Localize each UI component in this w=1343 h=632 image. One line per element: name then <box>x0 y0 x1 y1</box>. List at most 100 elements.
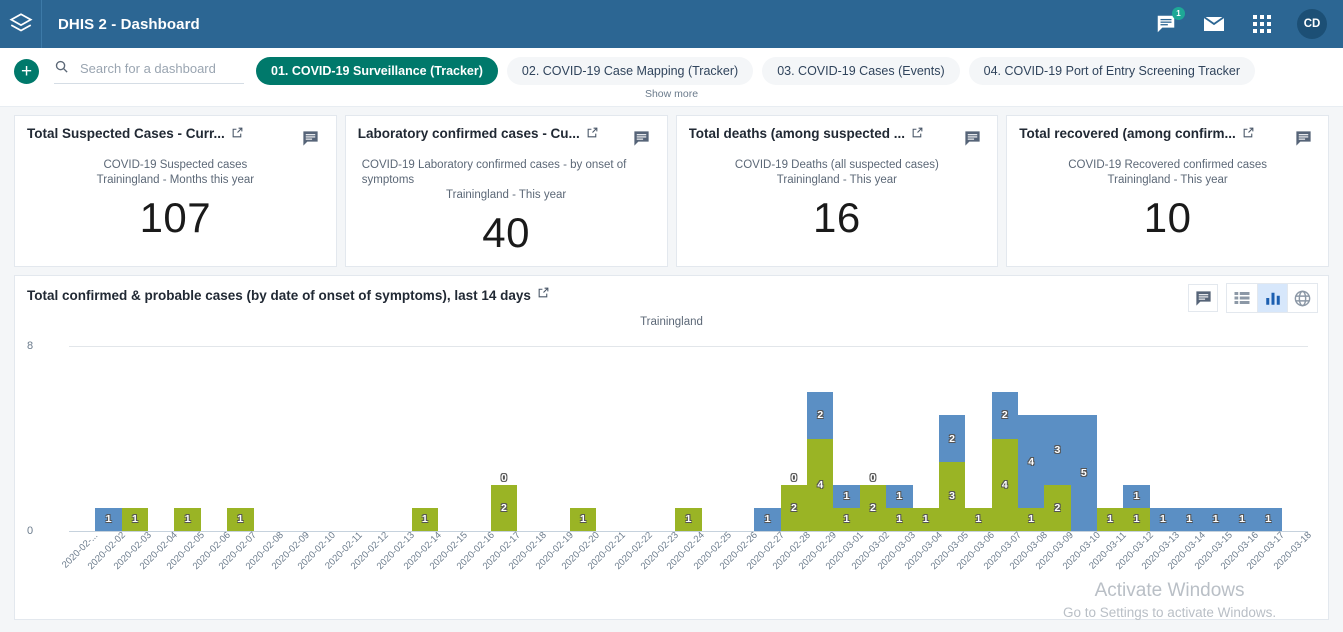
chart-bar-segment[interactable]: 1 <box>1017 507 1045 531</box>
tab-covid-case-mapping-tracker[interactable]: 02. COVID-19 Case Mapping (Tracker) <box>506 57 754 85</box>
chart-bar-group[interactable]: 02 <box>490 346 518 531</box>
add-dashboard-button[interactable]: + <box>14 58 39 84</box>
kpi-message-icon[interactable] <box>296 124 326 152</box>
chart-bar-group[interactable]: 1 <box>1202 346 1229 531</box>
chart-bar-segment[interactable]: 1 <box>754 507 781 531</box>
chart-bar-group[interactable]: 1 <box>411 346 439 531</box>
chart-bar-group[interactable] <box>385 346 411 531</box>
chart-bar-group[interactable]: 23 <box>938 346 966 531</box>
chart-bar-group[interactable]: 1 <box>121 346 149 531</box>
chart-bar-segment[interactable]: 1 <box>965 507 992 531</box>
chart-bar-segment[interactable]: 2 <box>991 392 1018 439</box>
chart-bar-segment[interactable]: 1 <box>1123 507 1150 531</box>
chart-bar-group[interactable] <box>596 346 622 531</box>
avatar[interactable]: CD <box>1297 9 1327 39</box>
chart-bar-group[interactable] <box>517 346 543 531</box>
chart-bar-segment[interactable]: 4 <box>991 438 1018 531</box>
chart-bar-group[interactable]: 11 <box>833 346 860 531</box>
chart-bar-segment[interactable]: 1 <box>227 507 254 531</box>
chart-bar-group[interactable] <box>649 346 675 531</box>
chart-bar-group[interactable]: 1 <box>965 346 992 531</box>
chart-bar-group[interactable]: 32 <box>1044 346 1071 531</box>
external-link-icon[interactable] <box>537 286 550 304</box>
table-view-icon[interactable] <box>1227 284 1257 312</box>
chart-bar-group[interactable] <box>543 346 569 531</box>
chart-bar-segment[interactable]: 2 <box>780 484 808 531</box>
chart-bar-group[interactable]: 02 <box>780 346 808 531</box>
chart-bar-segment[interactable]: 1 <box>121 507 149 531</box>
chart-bar-group[interactable]: 1 <box>1228 346 1256 531</box>
mail-icon[interactable] <box>1201 11 1227 37</box>
chart-bar-segment[interactable]: 1 <box>1228 507 1256 531</box>
external-link-icon[interactable] <box>231 126 244 144</box>
chart-bar-group[interactable] <box>306 346 332 531</box>
chart-bar-segment[interactable]: 1 <box>1202 507 1229 531</box>
chart-bar-group[interactable]: 1 <box>675 346 702 531</box>
chart-bar-segment[interactable]: 2 <box>938 415 966 462</box>
chart-bar-group[interactable]: 41 <box>1017 346 1045 531</box>
apps-grid-icon[interactable] <box>1249 11 1275 37</box>
kpi-message-icon[interactable] <box>627 124 657 152</box>
chart-bar-segment[interactable]: 5 <box>1070 415 1098 531</box>
chart-bar-segment[interactable]: 2 <box>1044 484 1071 531</box>
messages-icon[interactable]: 1 <box>1153 7 1185 37</box>
chart-bar-group[interactable] <box>702 346 728 531</box>
chart-bar-segment[interactable]: 2 <box>859 484 887 531</box>
chart-bar-group[interactable] <box>280 346 306 531</box>
chart-bar-segment[interactable]: 1 <box>1255 507 1282 531</box>
chart-bar-segment[interactable]: 4 <box>1017 415 1045 508</box>
chart-bar-segment[interactable]: 1 <box>95 507 122 531</box>
chart-bar-segment[interactable]: 1 <box>1176 507 1203 531</box>
chart-bar-group[interactable] <box>359 346 385 531</box>
external-link-icon[interactable] <box>586 126 599 144</box>
map-view-icon[interactable] <box>1287 284 1317 312</box>
chart-bar-group[interactable] <box>69 346 95 531</box>
chart-bar-segment[interactable]: 1 <box>1149 507 1177 531</box>
chart-bar-group[interactable]: 1 <box>174 346 201 531</box>
chart-bar-group[interactable]: 24 <box>807 346 834 531</box>
chart-bar-segment[interactable]: 1 <box>833 507 860 531</box>
chart-bar-group[interactable]: 11 <box>886 346 913 531</box>
chart-bar-group[interactable] <box>728 346 754 531</box>
chart-bar-group[interactable]: 02 <box>859 346 887 531</box>
chart-bar-group[interactable] <box>1282 346 1308 531</box>
chart-bar-group[interactable]: 1 <box>1097 346 1124 531</box>
dhis2-logo[interactable] <box>0 0 42 48</box>
chart-bar-segment[interactable]: 1 <box>569 507 597 531</box>
chart-bar-group[interactable]: 1 <box>95 346 122 531</box>
chart-bar-segment[interactable]: 1 <box>886 484 913 508</box>
tab-covid-port-of-entry-screening[interactable]: 04. COVID-19 Port of Entry Screening Tra… <box>968 57 1255 85</box>
chart-bar-segment[interactable]: 2 <box>490 484 518 531</box>
external-link-icon[interactable] <box>911 126 924 144</box>
chart-bar-group[interactable] <box>333 346 359 531</box>
chart-bar-segment[interactable]: 1 <box>411 507 439 531</box>
search-input[interactable] <box>78 60 244 77</box>
chart-bar-group[interactable]: 1 <box>1149 346 1177 531</box>
chart-bar-segment[interactable]: 1 <box>912 507 939 531</box>
chart-bar-group[interactable]: 1 <box>569 346 597 531</box>
chart-bar-segment[interactable]: 1 <box>886 507 913 531</box>
chart-bar-group[interactable] <box>148 346 174 531</box>
chart-bar-segment[interactable]: 1 <box>1097 507 1124 531</box>
chart-bar-group[interactable]: 24 <box>991 346 1018 531</box>
kpi-message-icon[interactable] <box>957 124 987 152</box>
chart-view-icon[interactable] <box>1257 284 1287 312</box>
chart-bar-group[interactable]: 11 <box>1123 346 1150 531</box>
external-link-icon[interactable] <box>1242 126 1255 144</box>
kpi-message-icon[interactable] <box>1288 124 1318 152</box>
tab-covid-surveillance-tracker[interactable]: 01. COVID-19 Surveillance (Tracker) <box>256 57 498 85</box>
chart-bar-group[interactable]: 1 <box>1176 346 1203 531</box>
chart-bar-segment[interactable]: 1 <box>1123 484 1150 508</box>
chart-bar-group[interactable]: 1 <box>1255 346 1282 531</box>
chart-bar-group[interactable] <box>201 346 227 531</box>
chart-bar-segment[interactable]: 3 <box>938 461 966 531</box>
chart-bar-segment[interactable]: 1 <box>833 484 860 508</box>
show-more-link[interactable]: Show more <box>14 85 1329 104</box>
chart-bar-group[interactable]: 1 <box>912 346 939 531</box>
chart-bar-segment[interactable]: 1 <box>675 507 702 531</box>
chart-bar-segment[interactable]: 1 <box>174 507 201 531</box>
chart-bar-segment[interactable]: 4 <box>807 438 834 531</box>
tab-covid-cases-events[interactable]: 03. COVID-19 Cases (Events) <box>762 57 960 85</box>
chart-bar-group[interactable]: 5 <box>1070 346 1098 531</box>
chart-bar-group[interactable] <box>623 346 649 531</box>
